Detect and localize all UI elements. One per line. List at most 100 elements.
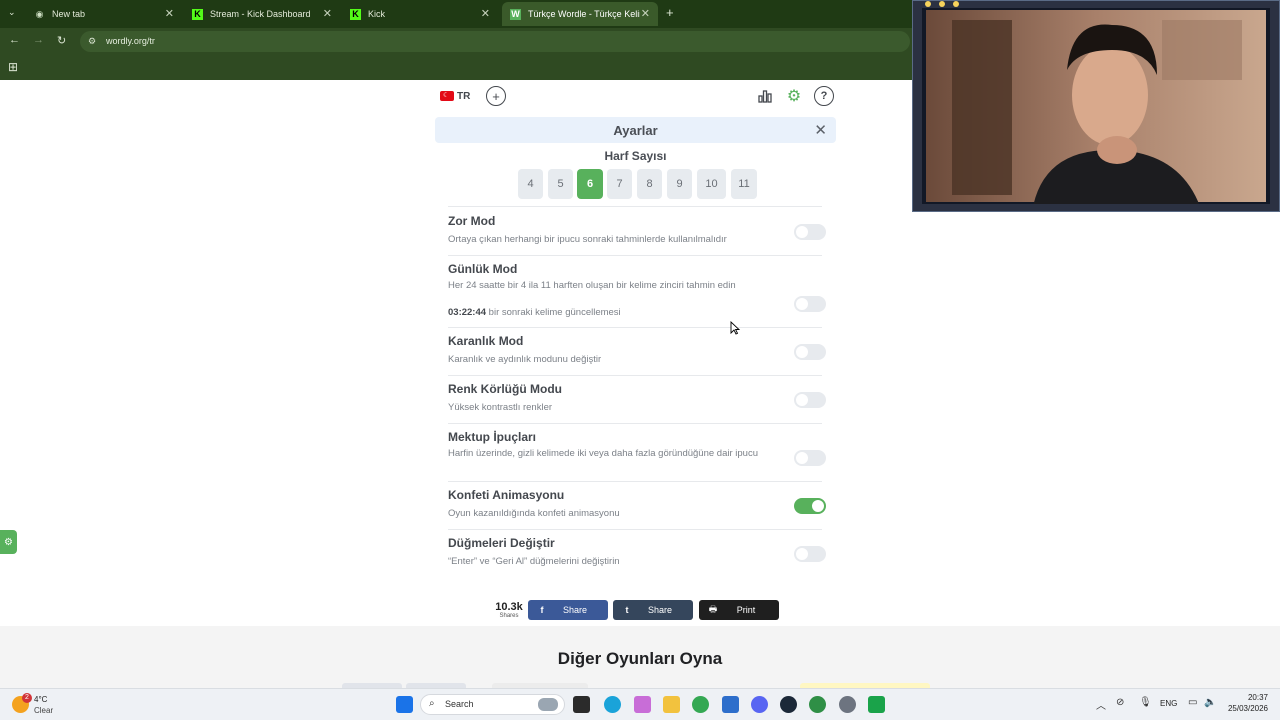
letter-count-11[interactable]: 11	[731, 169, 757, 199]
edge-icon[interactable]	[604, 696, 621, 713]
apps-grid-icon[interactable]: ⊞	[8, 60, 18, 74]
site-info-icon[interactable]: ⚙	[88, 31, 96, 52]
settings-header: Ayarlar ✕	[435, 117, 836, 143]
address-bar[interactable]: ⚙ wordly.org/tr	[80, 31, 910, 52]
settings-app-icon[interactable]	[839, 696, 856, 713]
swap-buttons-toggle[interactable]	[794, 546, 826, 562]
weather-badge: 2	[22, 693, 32, 703]
new-tab-button[interactable]: +	[666, 5, 674, 20]
daily-mode-toggle[interactable]	[794, 296, 826, 312]
weather-widget[interactable]: 2 4°C Clear	[12, 693, 72, 717]
setting-row-dark-mode: Karanlık Mod Karanlık ve aydınlık modunu…	[448, 328, 826, 376]
other-games-title: Diğer Oyunları Oyna	[557, 649, 723, 668]
stats-icon[interactable]	[755, 86, 775, 106]
share-count: 10.3k Shares	[494, 601, 524, 619]
windows-taskbar: 2 4°C Clear ⌕ Search ︿ ⊘ ENG 🎙 ▭ 🔈 20:37…	[0, 688, 1280, 720]
tab-kick-dashboard[interactable]: K Stream - Kick Dashboard ✕	[184, 2, 340, 26]
tab-turkce-wordle[interactable]: W Türkçe Wordle - Türkçe Kelime ✕	[502, 2, 658, 26]
letter-count-6[interactable]: 6	[577, 169, 603, 199]
setting-desc: Her 24 saatte bir 4 ila 11 harften oluşa…	[448, 280, 736, 291]
letter-count-9[interactable]: 9	[667, 169, 692, 199]
help-icon[interactable]: ?	[814, 86, 834, 106]
facebook-icon: f	[540, 605, 544, 615]
side-widget-button[interactable]: ⚙	[0, 530, 17, 554]
letter-hints-toggle[interactable]	[794, 450, 826, 466]
forward-icon[interactable]: →	[33, 34, 44, 46]
kick-favicon-icon: K	[350, 8, 361, 20]
setting-desc: Harfin üzerinde, gizli kelimede iki veya…	[448, 448, 758, 459]
close-tab-icon[interactable]: ✕	[640, 7, 650, 20]
copilot-icon[interactable]	[634, 696, 651, 713]
tumblr-share-button[interactable]: t Share	[613, 600, 693, 620]
turkey-flag-icon: ☾	[440, 91, 454, 101]
url-text: wordly.org/tr	[106, 36, 155, 46]
add-game-icon[interactable]: +	[486, 86, 506, 106]
language-selector[interactable]: ☾ TR	[440, 89, 470, 103]
print-button[interactable]: 🖶 Print	[699, 600, 779, 620]
tray-overflow-icon[interactable]: ︿	[1096, 697, 1106, 712]
setting-title: Karanlık Mod	[448, 334, 524, 348]
windows-start-icon[interactable]	[396, 696, 413, 713]
settings-gear-icon[interactable]: ⚙	[784, 86, 804, 106]
language-indicator[interactable]: ENG	[1160, 699, 1177, 708]
confetti-toggle[interactable]	[794, 498, 826, 514]
setting-desc: Oyun kazanıldığında konfeti animasyonu	[448, 508, 620, 519]
setting-desc: “Enter” ve “Geri Al” düğmelerini değişti…	[448, 556, 620, 567]
daily-timer-suffix: bir sonraki kelime güncellemesi	[488, 307, 621, 318]
tab-label: Stream - Kick Dashboard	[210, 9, 311, 19]
tab-search-icon[interactable]: ⌄	[8, 7, 16, 18]
chrome-active-icon[interactable]	[809, 696, 826, 713]
discord-icon[interactable]	[751, 696, 768, 713]
daily-timer: 03:22:44	[448, 307, 487, 318]
setting-title: Mektup İpuçları	[448, 430, 537, 444]
hard-mode-toggle[interactable]	[794, 224, 826, 240]
setting-title: Düğmeleri Değiştir	[448, 536, 555, 550]
facebook-share-button[interactable]: f Share	[528, 600, 608, 620]
search-placeholder: Search	[445, 699, 474, 709]
steam-icon[interactable]	[780, 696, 797, 713]
divider	[448, 206, 822, 207]
letter-count-8[interactable]: 8	[637, 169, 662, 199]
tumblr-icon: t	[625, 605, 629, 615]
close-tab-icon[interactable]: ✕	[323, 7, 332, 20]
tab-kick[interactable]: K Kick ✕	[342, 2, 498, 26]
back-icon[interactable]: ←	[9, 34, 20, 46]
close-tab-icon[interactable]: ✕	[165, 7, 174, 20]
setting-row-hard-mode: Zor Mod Ortaya çıkan herhangi bir ipucu …	[448, 208, 826, 256]
setting-row-letter-hints: Mektup İpuçları Harfin üzerinde, gizli k…	[448, 424, 826, 482]
print-label: Print	[736, 605, 756, 615]
volume-icon[interactable]: 🔈	[1204, 697, 1216, 708]
tab-new-tab[interactable]: ◉ New tab ✕	[26, 2, 182, 26]
network-icon[interactable]: ⊘	[1116, 697, 1124, 708]
setting-desc: Ortaya çıkan herhangi bir ipucu sonraki …	[448, 234, 727, 245]
clock[interactable]: 20:37 25/03/2026	[1224, 693, 1268, 713]
letter-count-10[interactable]: 10	[697, 169, 726, 199]
search-highlight-icon	[538, 698, 558, 711]
store-icon[interactable]	[722, 696, 739, 713]
close-icon[interactable]: ✕	[814, 121, 827, 139]
share-count-number: 10.3k	[495, 601, 523, 613]
file-explorer-icon[interactable]	[663, 696, 680, 713]
color-blind-toggle[interactable]	[794, 392, 826, 408]
tab-label: Kick	[368, 9, 386, 19]
mouse-cursor-icon	[730, 320, 741, 340]
setting-title: Zor Mod	[448, 214, 496, 228]
webcam-overlay	[912, 0, 1280, 212]
green-app-icon[interactable]	[868, 696, 885, 713]
print-icon: 🖶	[708, 604, 718, 614]
close-tab-icon[interactable]: ✕	[481, 7, 490, 20]
wordly-favicon-icon: W	[510, 8, 521, 20]
setting-title: Konfeti Animasyonu	[448, 488, 565, 502]
dark-mode-toggle[interactable]	[794, 344, 826, 360]
task-view-icon[interactable]	[573, 696, 590, 713]
letter-count-4[interactable]: 4	[518, 169, 543, 199]
chrome-icon[interactable]	[692, 696, 709, 713]
display-icon[interactable]: ▭	[1188, 697, 1197, 708]
microphone-icon[interactable]: 🎙	[1139, 697, 1152, 708]
weather-desc: Clear	[34, 706, 54, 715]
letter-count-5[interactable]: 5	[548, 169, 573, 199]
chrome-favicon-icon: ◉	[35, 8, 44, 19]
reload-icon[interactable]: ↻	[57, 34, 66, 47]
letter-count-7[interactable]: 7	[607, 169, 632, 199]
taskbar-search[interactable]: ⌕ Search	[420, 694, 565, 715]
